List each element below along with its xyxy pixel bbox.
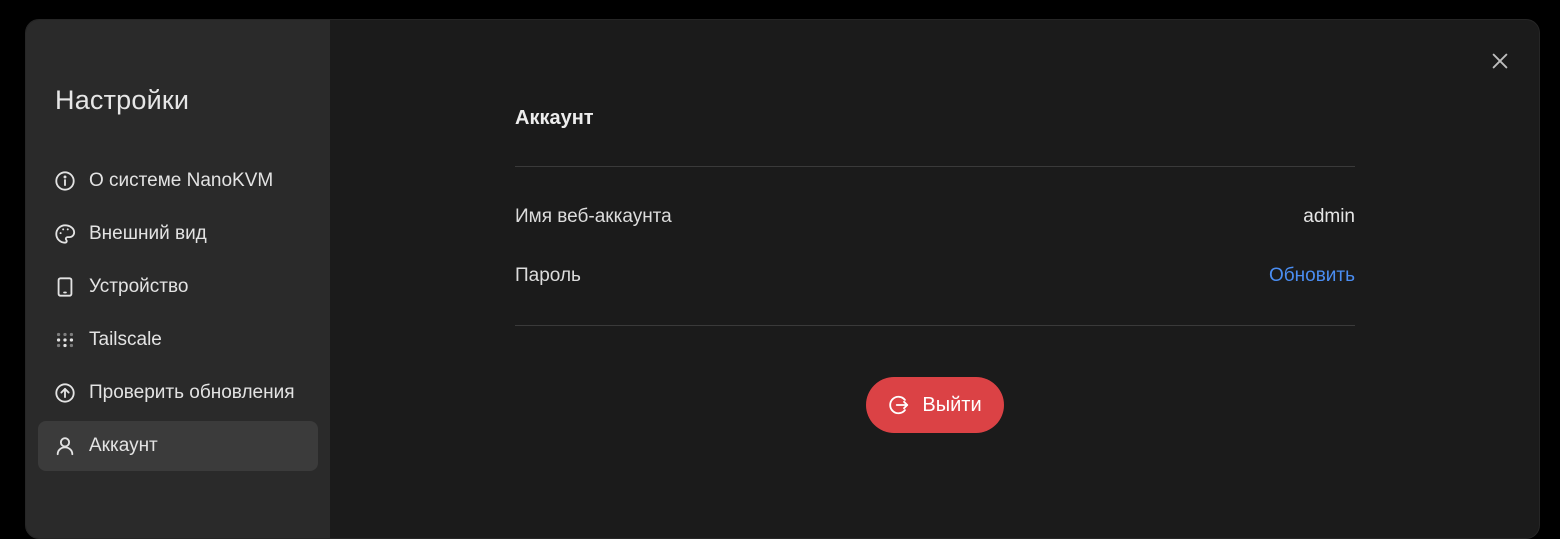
close-icon xyxy=(1489,50,1511,72)
logout-icon xyxy=(888,394,910,416)
sidebar-item-device[interactable]: Устройство xyxy=(38,262,318,312)
sidebar-title: Настройки xyxy=(55,85,190,115)
account-section: Аккаунт Имя веб-аккаунта admin Пароль Об… xyxy=(515,100,1355,433)
sidebar-item-check-updates[interactable]: Проверить обновления xyxy=(38,368,318,418)
username-row: Имя веб-аккаунта admin xyxy=(515,187,1355,246)
sidebar-item-appearance[interactable]: Внешний вид xyxy=(38,209,318,259)
sidebar-item-account[interactable]: Аккаунт xyxy=(38,421,318,471)
arrow-up-circle-icon xyxy=(54,382,76,404)
sidebar-item-label: Внешний вид xyxy=(89,223,207,244)
settings-sidebar: Настройки О системе NanoKVM Внешний вид … xyxy=(26,20,330,538)
palette-icon xyxy=(54,223,76,245)
update-password-link[interactable]: Обновить xyxy=(1269,265,1355,287)
settings-main-panel: Аккаунт Имя веб-аккаунта admin Пароль Об… xyxy=(330,20,1539,538)
username-label: Имя веб-аккаунта xyxy=(515,205,672,227)
logout-label: Выйти xyxy=(922,393,982,416)
user-icon xyxy=(54,435,76,457)
info-circle-icon xyxy=(54,170,76,192)
divider xyxy=(515,325,1355,326)
settings-modal: Настройки О системе NanoKVM Внешний вид … xyxy=(25,19,1540,539)
sidebar-item-tailscale[interactable]: Tailscale xyxy=(38,315,318,365)
close-button[interactable] xyxy=(1488,49,1512,73)
logout-container: Выйти xyxy=(515,377,1355,433)
tailscale-dots-icon xyxy=(54,329,76,351)
account-details: Имя веб-аккаунта admin Пароль Обновить xyxy=(515,167,1355,325)
sidebar-item-label: О системе NanoKVM xyxy=(89,170,274,191)
sidebar-item-about[interactable]: О системе NanoKVM xyxy=(38,156,318,206)
password-label: Пароль xyxy=(515,264,581,286)
sidebar-item-label: Аккаунт xyxy=(89,435,158,456)
logout-button[interactable]: Выйти xyxy=(866,377,1004,433)
username-value: admin xyxy=(1303,205,1355,227)
tablet-icon xyxy=(54,276,76,298)
sidebar-item-label: Проверить обновления xyxy=(89,382,295,403)
sidebar-item-label: Tailscale xyxy=(89,329,162,350)
sidebar-item-label: Устройство xyxy=(89,276,189,297)
password-row: Пароль Обновить xyxy=(515,246,1355,305)
section-title: Аккаунт xyxy=(515,107,594,129)
